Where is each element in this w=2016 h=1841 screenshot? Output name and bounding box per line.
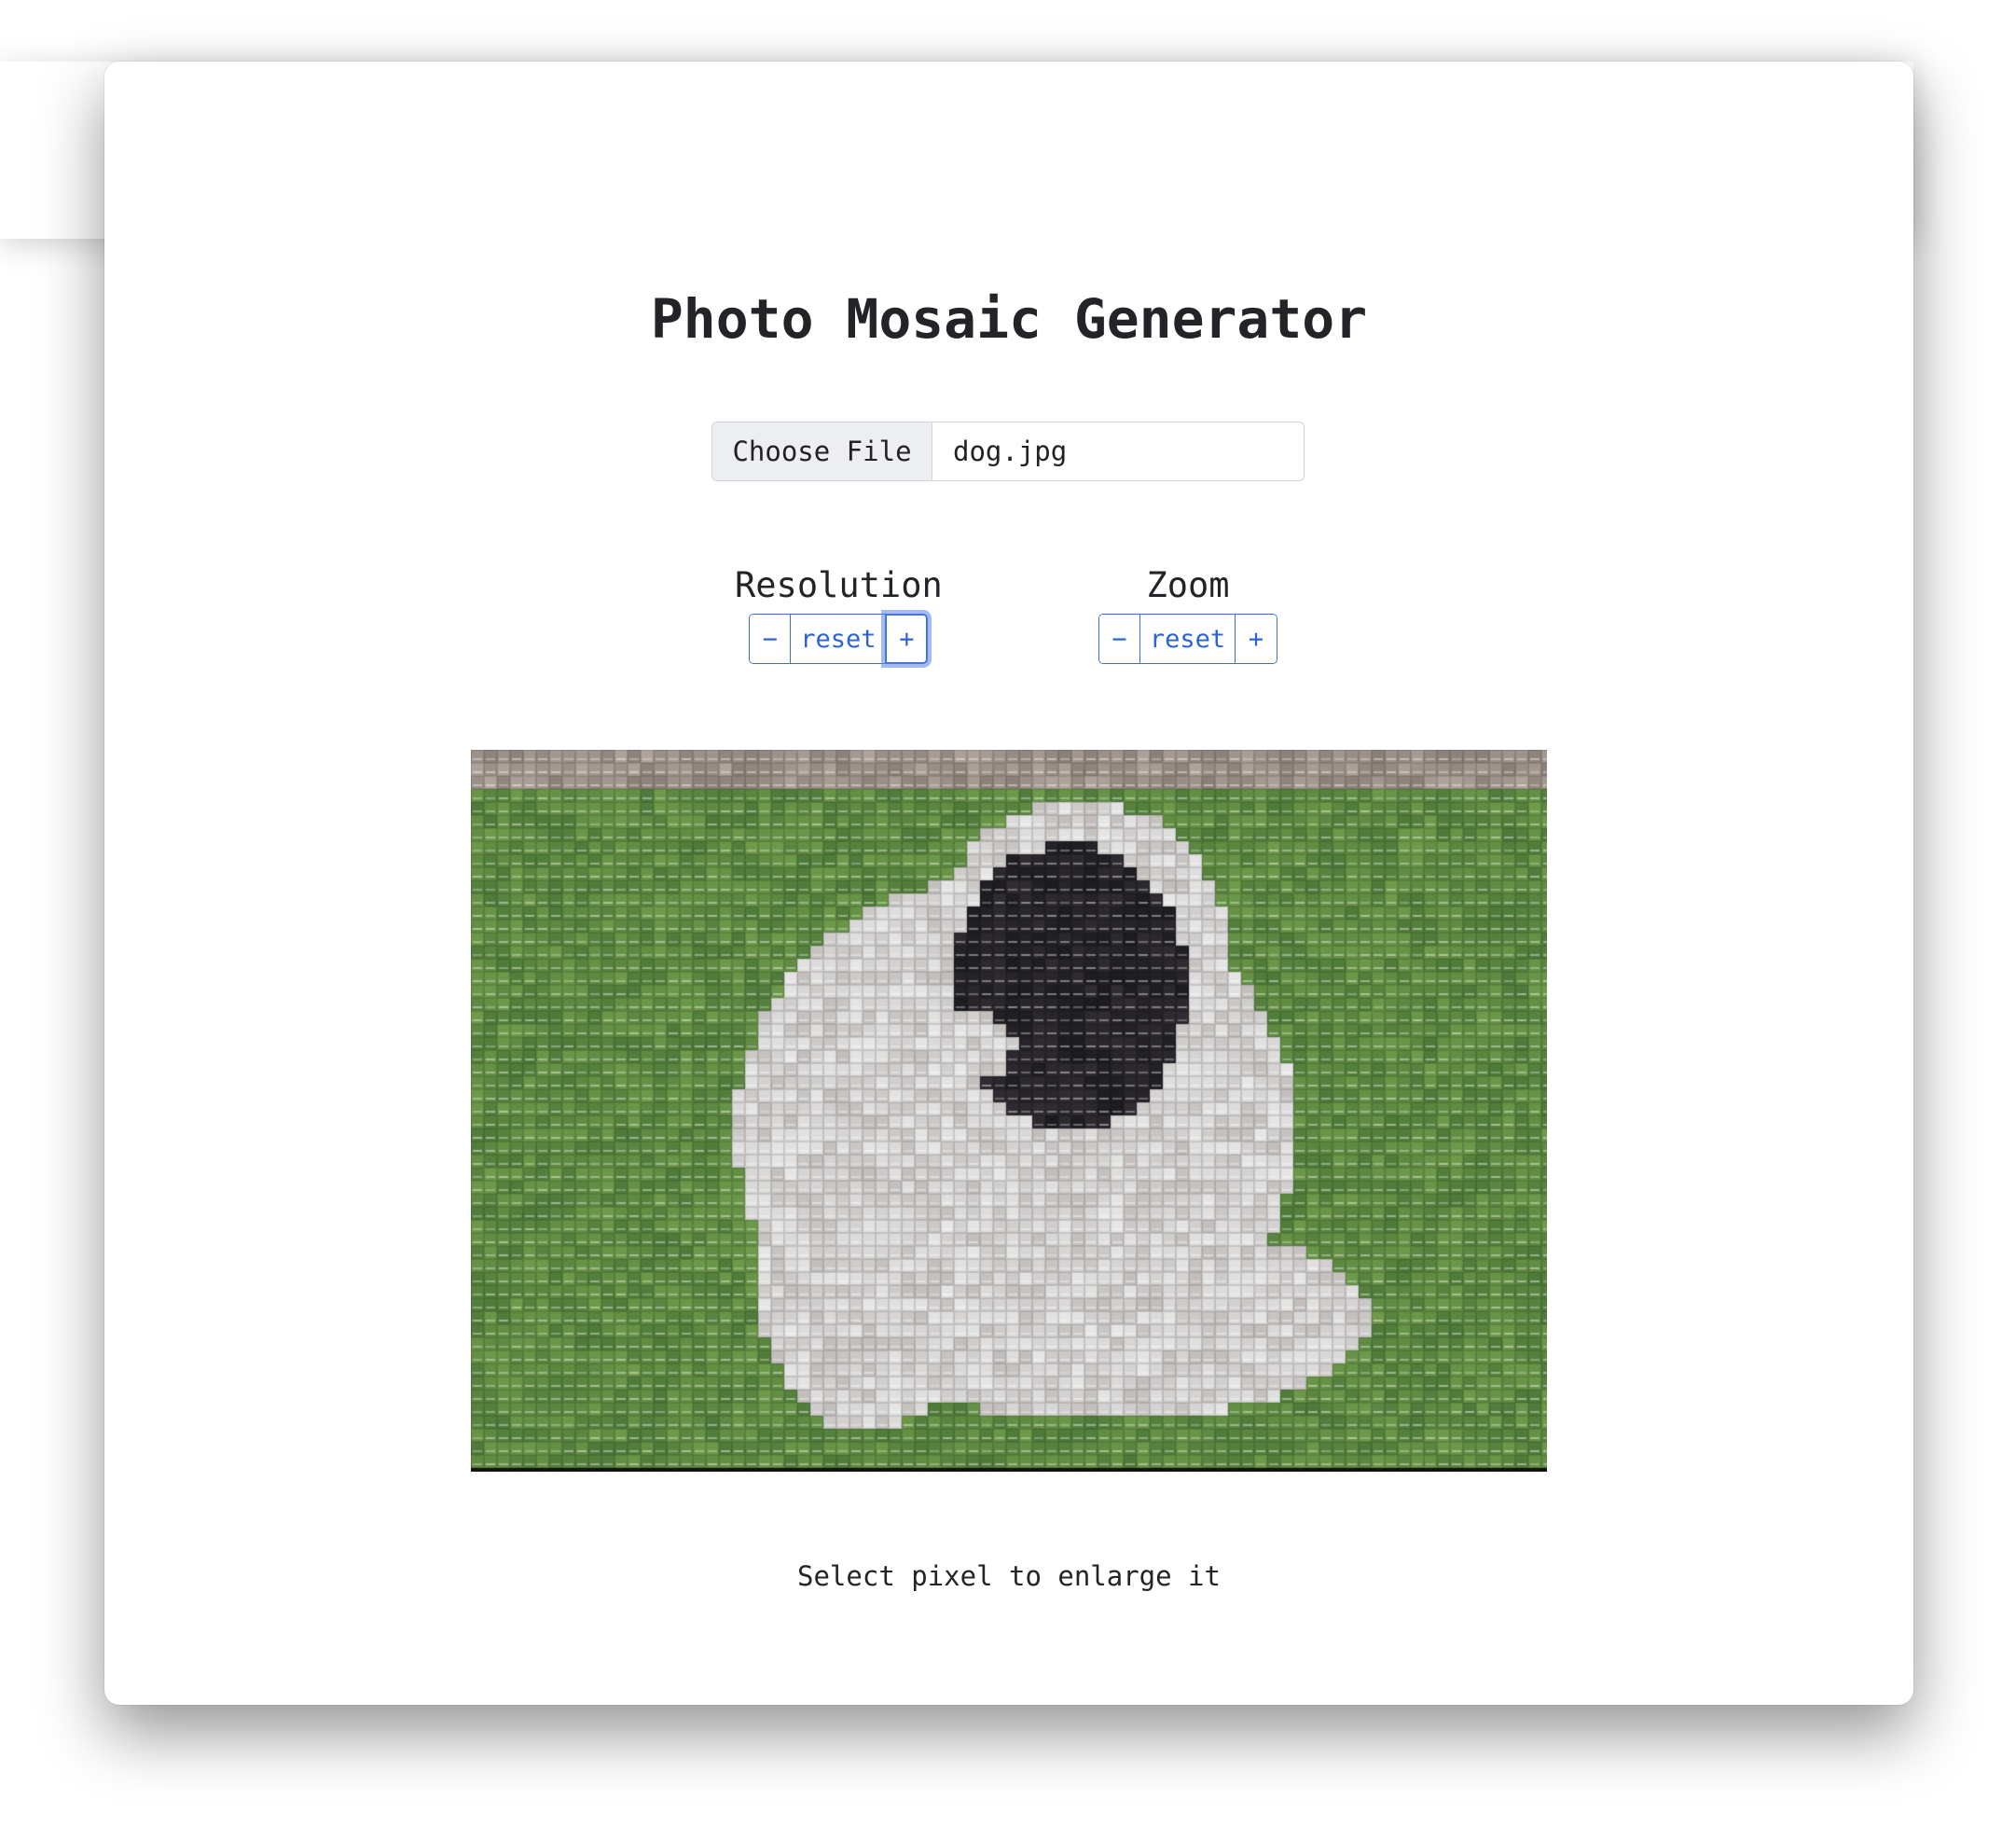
- zoom-reset-button[interactable]: reset: [1140, 615, 1236, 663]
- app-window: Photo Mosaic Generator Choose File dog.j…: [104, 62, 1913, 1705]
- resolution-increase-button[interactable]: +: [886, 615, 928, 663]
- resolution-button-group: − reset +: [749, 614, 929, 664]
- resolution-decrease-button[interactable]: −: [750, 615, 792, 663]
- zoom-label: Zoom: [1146, 565, 1230, 605]
- zoom-button-group: − reset +: [1098, 614, 1277, 664]
- window-content: Photo Mosaic Generator Choose File dog.j…: [104, 62, 1913, 1705]
- file-input[interactable]: Choose File dog.jpg: [711, 422, 1305, 481]
- zoom-increase-button[interactable]: +: [1236, 615, 1277, 663]
- hint-text: Select pixel to enlarge it: [797, 1560, 1221, 1592]
- resolution-label: Resolution: [735, 565, 943, 605]
- resolution-reset-button[interactable]: reset: [791, 615, 887, 663]
- mosaic-image[interactable]: [471, 750, 1547, 1472]
- zoom-decrease-button[interactable]: −: [1099, 615, 1140, 663]
- choose-file-button[interactable]: Choose File: [712, 422, 932, 480]
- page-title: Photo Mosaic Generator: [650, 287, 1368, 351]
- screen: Photo Mosaic Generator Choose File dog.j…: [0, 0, 2016, 1841]
- zoom-control: Zoom − reset +: [1098, 565, 1277, 664]
- resolution-control: Resolution − reset +: [735, 565, 943, 664]
- mosaic-canvas[interactable]: [471, 750, 1547, 1472]
- selected-file-name: dog.jpg: [953, 436, 1068, 467]
